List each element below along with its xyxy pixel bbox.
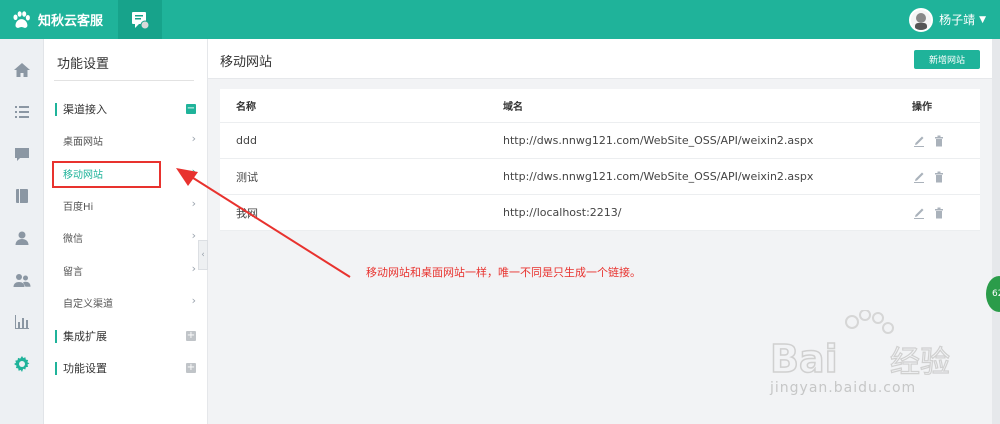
svg-text:经验: 经验 [890,345,950,380]
rail-user[interactable] [0,217,44,259]
rail-list[interactable] [0,91,44,133]
list-icon [15,106,29,118]
edit-icon[interactable] [912,206,926,220]
edit-icon[interactable] [912,134,926,148]
submenu-item-label: 自定义渠道 [63,298,113,310]
rail-book[interactable] [0,175,44,217]
chat-icon [15,148,29,161]
expand-icon[interactable]: + [186,363,196,373]
svg-text:Bai: Bai [770,337,838,381]
cell-name: 测试 [236,170,258,184]
user-menu[interactable]: 杨子靖 ▼ [909,0,986,39]
group-integrations[interactable]: 集成扩展 + [55,326,196,346]
watermark-url: jingyan.baidu.com [770,380,917,396]
row-actions [912,123,952,158]
add-site-button[interactable]: 新增网站 [914,50,980,69]
page-title: 移动网站 [220,55,273,70]
submenu-item-message[interactable]: 留言 › [63,260,196,280]
column-header-ops: 操作 [912,102,932,113]
column-header-domain: 域名 [503,102,523,113]
home-icon [14,63,30,77]
group-marker [55,102,57,116]
users-icon [13,274,31,287]
annotation-text: 移动网站和桌面网站一样，唯一不同是只生成一个链接。 [366,266,641,279]
user-name: 杨子靖 [939,13,976,27]
chevron-right-icon: › [191,229,196,242]
sites-table: 名称 域名 操作 ddd http://dws.nnwg121.com/WebS… [220,89,980,231]
book-icon [16,189,28,203]
row-actions [912,195,952,230]
annotation-highlight-box [52,161,161,188]
icon-rail [0,39,44,424]
avatar [909,7,934,32]
submenu-item-custom-channel[interactable]: 自定义渠道 › [63,292,196,312]
table-row: ddd http://dws.nnwg121.com/WebSite_OSS/A… [220,123,980,159]
chevron-right-icon: › [191,132,196,145]
cell-domain: http://dws.nnwg121.com/WebSite_OSS/API/w… [503,170,814,183]
group-label: 集成扩展 [63,330,107,343]
group-marker [55,329,57,343]
rail-chart[interactable] [0,301,44,343]
group-label: 功能设置 [63,362,107,375]
rail-home[interactable] [0,49,44,91]
main-header: 移动网站 新增网站 [208,39,992,79]
collapse-icon[interactable]: − [186,104,196,114]
group-channel-access[interactable]: 渠道接入 − [55,99,196,119]
chevron-right-icon: › [191,294,196,307]
submenu-item-label: 百度Hi [63,201,94,213]
submenu-item-baidu-hi[interactable]: 百度Hi › [63,195,196,215]
chevron-right-icon: › [191,197,196,210]
top-bar: 知秋云客服 杨子靖 ▼ [0,0,1000,39]
trash-icon[interactable] [932,134,946,148]
trash-icon[interactable] [932,170,946,184]
expand-icon[interactable]: + [186,331,196,341]
table-row: 我网 http://localhost:2213/ [220,195,980,231]
rail-settings[interactable] [0,343,44,385]
chart-icon [15,315,29,329]
cell-name: ddd [236,134,257,147]
cell-domain: http://localhost:2213/ [503,206,622,219]
submenu-item-label: 微信 [63,233,83,245]
gear-icon [14,356,30,372]
chevron-right-icon: › [191,262,196,275]
app-title: 知秋云客服 [38,14,104,29]
submenu-title: 功能设置 [57,57,110,72]
submenu-item-desktop-site[interactable]: 桌面网站 › [63,130,196,150]
chevron-right-icon: › [191,165,196,178]
rail-chat[interactable] [0,133,44,175]
sidebar-collapse-handle[interactable]: ‹ [198,240,208,270]
chevron-down-icon: ▼ [979,14,986,25]
cell-name: 我网 [236,206,258,220]
submenu-item-wechat[interactable]: 微信 › [63,227,196,247]
submenu-item-label: 留言 [63,266,83,278]
chat-settings-icon [132,11,150,29]
paw-logo-icon [13,10,30,28]
column-header-name: 名称 [236,102,256,113]
row-actions [912,159,952,194]
cell-domain: http://dws.nnwg121.com/WebSite_OSS/API/w… [503,134,814,147]
edit-icon[interactable] [912,170,926,184]
settings-submenu: 功能设置 渠道接入 − 桌面网站 › 移动网站 › 百度Hi › 微信 › 留言… [44,39,208,424]
brand[interactable]: 知秋云客服 [10,0,103,39]
group-feature-settings[interactable]: 功能设置 + [55,358,196,378]
chat-button[interactable] [118,0,162,39]
group-label: 渠道接入 [63,103,107,116]
floating-badge[interactable]: 62 [986,276,1000,312]
trash-icon[interactable] [932,206,946,220]
divider [54,80,194,81]
group-marker [55,361,57,375]
submenu-item-label: 桌面网站 [63,136,103,148]
table-row: 测试 http://dws.nnwg121.com/WebSite_OSS/AP… [220,159,980,195]
user-icon [15,231,29,245]
page-scrollbar[interactable] [992,39,1000,424]
rail-users[interactable] [0,259,44,301]
table-header: 名称 域名 操作 [220,89,980,123]
